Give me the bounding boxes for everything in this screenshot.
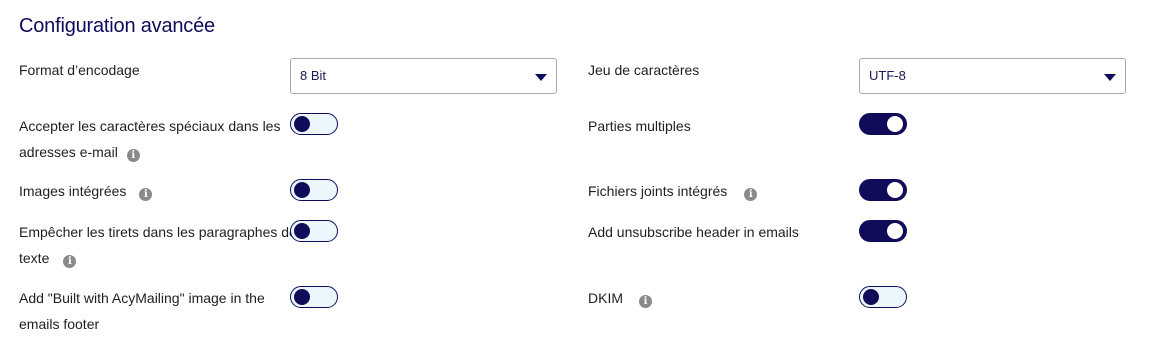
- multipart-label: Parties multiples: [588, 118, 691, 134]
- built-with-label-line2: emails footer: [19, 316, 100, 332]
- toggle-knob: [294, 182, 310, 198]
- charset-label: Jeu de caractères: [588, 62, 700, 78]
- embed-images-label-text: Images intégrées: [19, 183, 127, 199]
- dkim-toggle[interactable]: [859, 286, 907, 308]
- charset-value: UTF-8: [869, 68, 906, 83]
- no-dashes-label-line1: Empêcher les tirets dans les paragraphes…: [19, 224, 297, 240]
- encoding-format-label: Format d’encodage: [19, 62, 140, 78]
- dkim-label-text: DKIM: [588, 290, 623, 306]
- toggle-knob: [294, 116, 310, 132]
- no-dashes-label-line2: texte: [19, 250, 50, 266]
- section-title: Configuration avancée: [19, 15, 215, 37]
- encoding-format-select[interactable]: 8 Bit: [290, 58, 557, 94]
- no-dashes-toggle[interactable]: [290, 220, 338, 242]
- unsubscribe-header-label: Add unsubscribe header in emails: [588, 224, 799, 240]
- special-chars-toggle[interactable]: [290, 113, 338, 135]
- toggle-knob: [887, 223, 903, 239]
- info-icon[interactable]: i: [63, 255, 77, 268]
- no-dashes-label: Empêcher les tirets dans les paragraphes…: [19, 219, 297, 271]
- toggle-knob: [294, 223, 310, 239]
- info-icon[interactable]: i: [639, 295, 652, 308]
- caret-down-icon: [1104, 74, 1116, 81]
- info-icon[interactable]: i: [744, 188, 758, 201]
- embed-attachments-label: Fichiers joints intégrés i: [588, 178, 758, 204]
- caret-down-icon: [535, 74, 547, 81]
- toggle-knob: [887, 116, 903, 132]
- special-chars-label-line2: adresses e-mail: [19, 144, 118, 160]
- encoding-format-value: 8 Bit: [300, 68, 327, 83]
- info-icon[interactable]: i: [126, 149, 140, 162]
- embed-images-label: Images intégrées i: [19, 178, 153, 204]
- embed-attachments-label-text: Fichiers joints intégrés: [588, 183, 728, 199]
- special-chars-label: Accepter les caractères spéciaux dans le…: [19, 113, 280, 165]
- toggle-knob: [294, 289, 310, 305]
- special-chars-label-line1: Accepter les caractères spéciaux dans le…: [19, 118, 281, 134]
- built-with-toggle[interactable]: [290, 286, 338, 308]
- dkim-label: DKIM i: [588, 285, 652, 311]
- embed-attachments-toggle[interactable]: [859, 179, 907, 201]
- built-with-label-line1: Add "Built with AcyMailing" image in the: [19, 290, 265, 306]
- toggle-knob: [887, 182, 903, 198]
- built-with-label: Add "Built with AcyMailing" image in the…: [19, 285, 265, 337]
- charset-select[interactable]: UTF-8: [859, 58, 1126, 94]
- toggle-knob: [863, 289, 879, 305]
- unsubscribe-header-toggle[interactable]: [859, 220, 907, 242]
- multipart-toggle[interactable]: [859, 113, 907, 135]
- embed-images-toggle[interactable]: [290, 179, 338, 201]
- info-icon[interactable]: i: [139, 188, 153, 201]
